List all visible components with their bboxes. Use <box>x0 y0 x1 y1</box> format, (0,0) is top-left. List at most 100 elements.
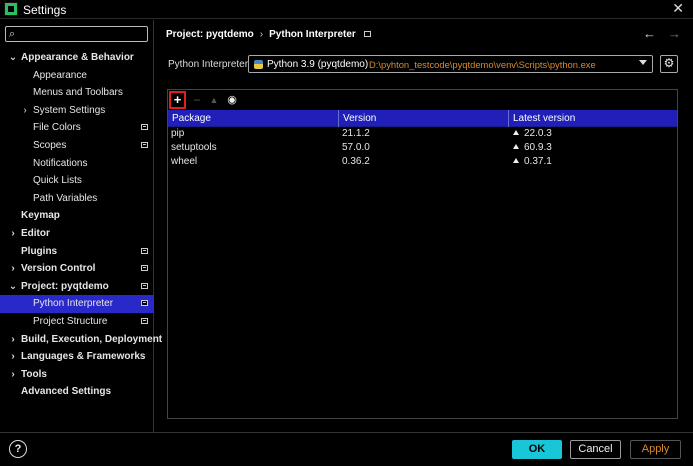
remove-package-button[interactable]: − <box>189 91 205 109</box>
chevron-right-icon[interactable]: › <box>8 366 18 384</box>
sidebar-item-label: Menus and Toolbars <box>33 87 123 99</box>
sidebar-item-label: Tools <box>21 368 47 380</box>
table-header: Package Version Latest version <box>168 110 677 127</box>
upgrade-package-button[interactable]: ▲ <box>206 91 222 109</box>
chevron-down-icon[interactable]: ⌄ <box>8 278 18 296</box>
sidebar-item-label: Scopes <box>33 139 67 151</box>
sidebar-item-label: Plugins <box>21 245 58 257</box>
upgrade-available-icon <box>513 144 519 149</box>
column-header-package[interactable]: Package <box>168 110 339 127</box>
package-version: 0.36.2 <box>342 156 370 167</box>
sidebar-item-path-variables[interactable]: Path Variables <box>0 190 154 208</box>
breadcrumb-page: Python Interpreter <box>269 29 356 40</box>
main-panel: Project: pyqtdemo › Python Interpreter ← → … <box>155 20 693 432</box>
ok-button[interactable]: OK <box>512 440 562 459</box>
sidebar-item-label: Appearance & Behavior <box>21 52 134 63</box>
show-early-releases-eye-icon[interactable]: ◉ <box>224 91 240 109</box>
package-latest-version: 22.0.3 <box>509 127 677 141</box>
sidebar-item-scopes[interactable]: Scopes <box>0 137 154 155</box>
column-header-version[interactable]: Version <box>339 110 509 127</box>
chevron-down-icon[interactable]: ⌄ <box>8 49 18 67</box>
sidebar-item-label: File Colors <box>33 122 81 134</box>
chevron-down-icon <box>639 60 647 65</box>
packages-panel: + − ▲ ◉ Package Version Latest version p… <box>167 89 678 419</box>
project-scope-icon <box>141 265 148 272</box>
sidebar-item-label: Path Variables <box>33 192 98 204</box>
breadcrumb-project[interactable]: Project: pyqtdemo <box>166 29 254 40</box>
sidebar-item-version-control[interactable]: › Version Control <box>0 260 154 278</box>
sidebar-item-label: Python Interpreter <box>33 298 114 310</box>
package-name: pip <box>171 128 185 139</box>
latest-version-text: 0.37.1 <box>524 156 552 167</box>
close-icon[interactable]: ✕ <box>672 0 684 17</box>
sidebar-item-menus-and-toolbars[interactable]: Menus and Toolbars <box>0 84 154 102</box>
sidebar-item-plugins[interactable]: Plugins <box>0 243 154 261</box>
sidebar-item-tools[interactable]: › Tools <box>0 366 154 384</box>
sidebar-item-project-pyqtdemo[interactable]: ⌄ Project: pyqtdemo <box>0 278 154 296</box>
interpreter-name: Python 3.9 (pyqtdemo) <box>267 59 369 70</box>
sidebar-item-languages-frameworks[interactable]: › Languages & Frameworks <box>0 348 154 366</box>
interpreter-path: D:\pyhton_testcode\pyqtdemo\venv\Scripts… <box>369 59 596 70</box>
sidebar-item-advanced-settings[interactable]: Advanced Settings <box>0 383 154 401</box>
project-scope-icon <box>141 317 148 324</box>
sidebar-item-label: Keymap <box>21 210 60 222</box>
table-row[interactable]: setuptools 57.0.0 60.9.3 <box>168 141 677 155</box>
title-bar: Settings ✕ <box>0 0 693 19</box>
add-package-button[interactable]: + <box>169 91 186 109</box>
sidebar-item-appearance-behavior[interactable]: ⌄ Appearance & Behavior <box>0 49 154 67</box>
project-scope-icon <box>141 141 148 148</box>
table-row[interactable]: wheel 0.36.2 0.37.1 <box>168 155 677 169</box>
breadcrumb: Project: pyqtdemo › Python Interpreter <box>166 29 371 40</box>
upgrade-available-icon <box>513 130 519 135</box>
cancel-button[interactable]: Cancel <box>570 440 621 459</box>
project-scope-icon <box>363 31 371 37</box>
forward-arrow-icon[interactable]: → <box>668 26 681 41</box>
project-scope-icon <box>141 247 148 254</box>
sidebar-item-quick-lists[interactable]: Quick Lists <box>0 172 154 190</box>
sidebar-item-appearance[interactable]: Appearance <box>0 67 154 85</box>
interpreter-label: Python Interpreter: <box>168 59 251 70</box>
chevron-right-icon[interactable]: › <box>8 348 18 366</box>
breadcrumb-separator: › <box>259 29 264 40</box>
sidebar-item-build-execution-deployment[interactable]: › Build, Execution, Deployment <box>0 331 162 349</box>
package-name: wheel <box>171 156 198 167</box>
sidebar-item-label: System Settings <box>33 104 106 116</box>
sidebar-item-label: Editor <box>21 227 50 239</box>
package-latest-version: 0.37.1 <box>509 155 677 169</box>
pycharm-app-icon <box>4 2 18 16</box>
chevron-right-icon[interactable]: › <box>8 260 18 278</box>
apply-button[interactable]: Apply <box>630 440 681 459</box>
history-navigation: ← → <box>631 26 681 41</box>
column-header-latest-version[interactable]: Latest version <box>509 110 677 127</box>
package-version: 21.1.2 <box>342 128 370 139</box>
interpreter-dropdown[interactable]: Python 3.9 (pyqtdemo) D:\pyhton_testcode… <box>248 55 653 73</box>
sidebar-item-label: Project Structure <box>33 315 108 327</box>
table-row[interactable]: pip 21.1.2 22.0.3 <box>168 127 677 141</box>
chevron-right-icon[interactable]: › <box>20 102 30 120</box>
sidebar-item-label: Project: pyqtdemo <box>21 280 109 292</box>
chevron-right-icon[interactable]: › <box>8 225 18 243</box>
sidebar-item-keymap[interactable]: Keymap <box>0 207 154 225</box>
python-icon <box>254 60 263 69</box>
packages-table: Package Version Latest version pip 21.1.2… <box>168 110 677 169</box>
chevron-right-icon[interactable]: › <box>8 331 18 349</box>
project-scope-icon <box>141 300 148 307</box>
upgrade-available-icon <box>513 158 519 163</box>
sidebar-item-notifications[interactable]: Notifications <box>0 155 154 173</box>
sidebar-item-label: Advanced Settings <box>21 386 112 398</box>
search-input[interactable]: ⌕ <box>5 26 148 42</box>
sidebar-item-system-settings[interactable]: › System Settings <box>0 102 154 120</box>
sidebar-item-file-colors[interactable]: File Colors <box>0 119 154 137</box>
sidebar-item-editor[interactable]: › Editor <box>0 225 154 243</box>
packages-toolbar: + − ▲ ◉ <box>168 91 677 109</box>
help-icon[interactable]: ? <box>9 440 27 458</box>
sidebar-item-label: Build, Execution, Deployment <box>21 333 163 345</box>
sidebar-item-label: Quick Lists <box>33 175 82 187</box>
back-arrow-icon[interactable]: ← <box>643 26 656 41</box>
settings-tree: ⌄ Appearance & Behavior Appearance Menus an… <box>0 49 162 401</box>
sidebar-item-project-structure[interactable]: Project Structure <box>0 313 154 331</box>
sidebar-item-label: Appearance <box>33 69 87 81</box>
settings-sidebar: ⌕ ⌄ Appearance & Behavior Appearance Menus … <box>0 20 162 432</box>
sidebar-item-python-interpreter[interactable]: Python Interpreter <box>0 295 154 313</box>
interpreter-settings-button[interactable]: ⚙ <box>660 55 678 73</box>
